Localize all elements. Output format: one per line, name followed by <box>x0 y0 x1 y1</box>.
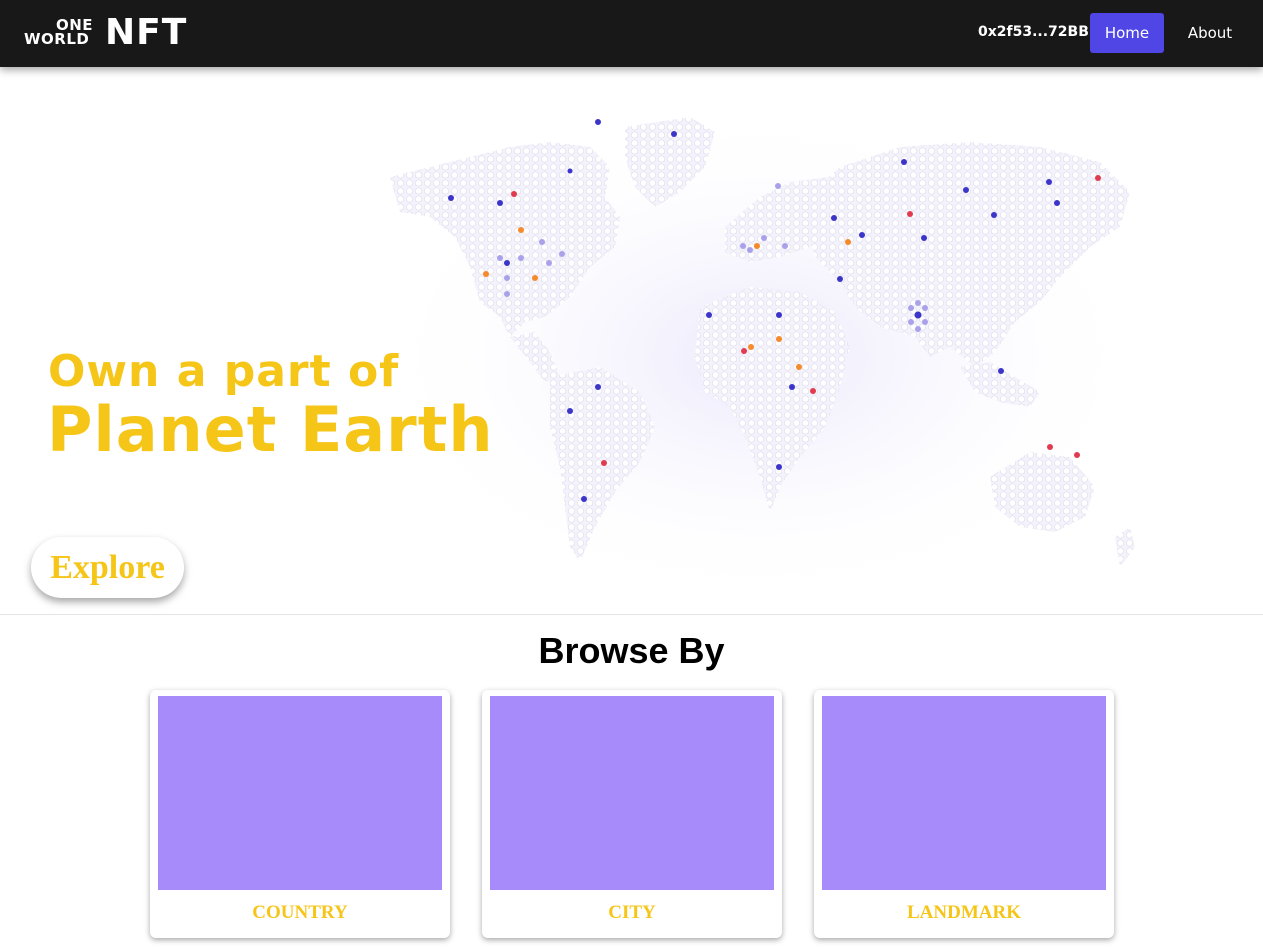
explore-button[interactable]: Explore <box>31 537 184 598</box>
logo-text-world: WORLD <box>24 30 90 48</box>
card-image-placeholder <box>158 696 442 890</box>
card-label: COUNTRY <box>252 902 348 923</box>
world-map-icon <box>370 107 1150 607</box>
card-label: LANDMARK <box>907 902 1021 923</box>
browse-section-title: Browse By <box>538 630 725 671</box>
site-logo[interactable]: ONE WORLD NFT <box>24 12 199 53</box>
hero-section: Own a part of Planet Earth Explore <box>0 67 1263 615</box>
hero-headline-line2: Planet Earth <box>47 393 494 466</box>
browse-card-landmark[interactable]: LANDMARK <box>814 690 1114 938</box>
browse-card-country[interactable]: COUNTRY <box>150 690 450 938</box>
card-image-placeholder <box>822 696 1106 890</box>
top-navbar: ONE WORLD NFT 0x2f53...72BB Home About <box>0 0 1263 67</box>
nav-home-button[interactable]: Home <box>1090 13 1164 53</box>
card-image-placeholder <box>490 696 774 890</box>
nav-about-link[interactable]: About <box>1178 13 1242 53</box>
wallet-address: 0x2f53...72BB <box>978 24 1089 40</box>
card-label: CITY <box>608 902 656 923</box>
browse-card-city[interactable]: CITY <box>482 690 782 938</box>
logo-text-nft: NFT <box>105 12 188 53</box>
